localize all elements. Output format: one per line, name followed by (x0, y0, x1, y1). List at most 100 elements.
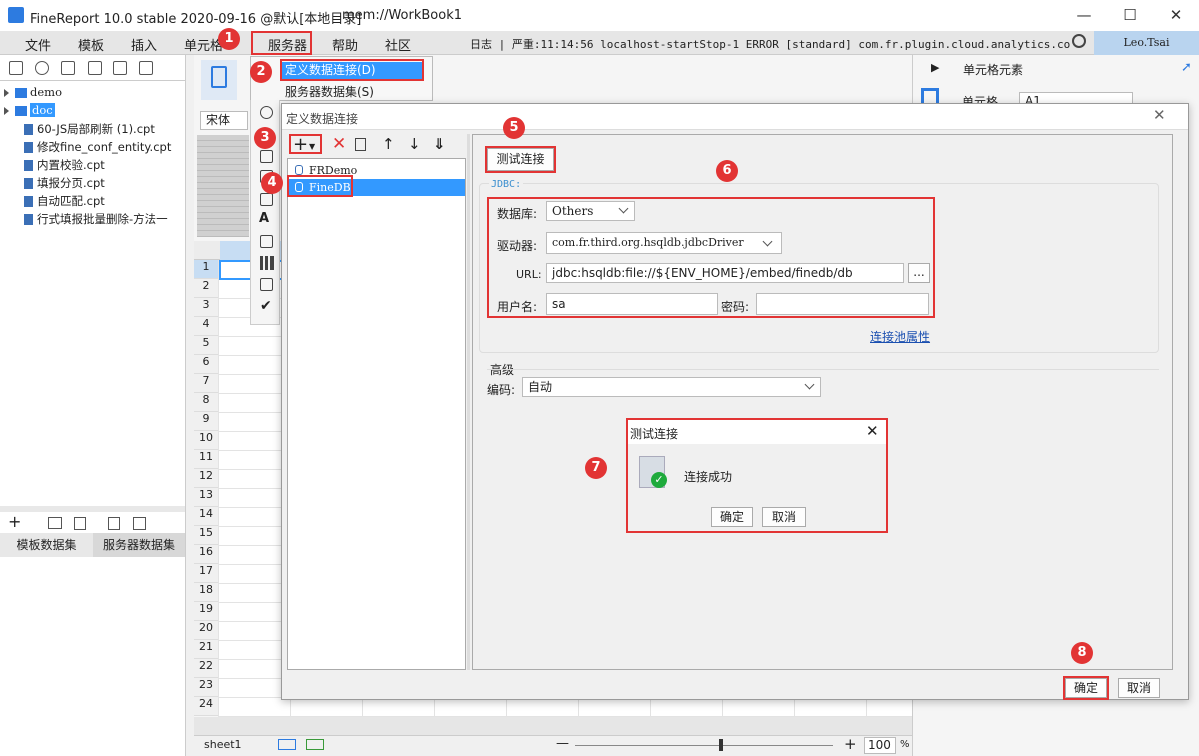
zoom-slider-track[interactable] (575, 745, 833, 746)
tree-item-file[interactable]: 60-JS局部刷新 (1).cpt (24, 121, 155, 137)
tab-template-dataset[interactable]: 模板数据集 (0, 533, 93, 557)
close-icon[interactable]: ✕ (1153, 0, 1199, 31)
row-number[interactable]: 3 (194, 298, 218, 317)
add-poly-sheet-icon[interactable] (306, 739, 324, 750)
tree-item-file[interactable]: 修改fine_conf_entity.cpt (24, 139, 171, 155)
cell-element-icon[interactable] (201, 60, 237, 100)
row-number[interactable]: 11 (194, 450, 218, 469)
row-number[interactable]: 6 (194, 355, 218, 374)
maximize-icon[interactable]: ☐ (1107, 0, 1153, 31)
table-icon[interactable] (260, 193, 273, 206)
row-number[interactable]: 8 (194, 393, 218, 412)
zoom-out-icon[interactable]: — (556, 736, 569, 751)
row-number[interactable]: 7 (194, 374, 218, 393)
menu-community[interactable]: 社区 (385, 35, 411, 54)
tree-item-demo[interactable]: demo (4, 85, 62, 99)
driver-select[interactable]: com.fr.third.org.hsqldb.jdbcDriver (546, 232, 782, 254)
server-dataset-item[interactable]: 服务器数据集(S) (285, 83, 374, 100)
row-number[interactable]: 12 (194, 469, 218, 488)
row-number[interactable]: 1 (194, 260, 218, 279)
password-field[interactable] (756, 293, 929, 315)
delete-dataset-icon[interactable] (74, 517, 86, 530)
copy-icon[interactable] (139, 61, 153, 75)
step-badge-8: 8 (1071, 642, 1093, 664)
splitter[interactable] (467, 134, 470, 670)
menu-help[interactable]: 帮助 (332, 35, 358, 54)
add-sheet-icon[interactable] (278, 739, 296, 750)
open-icon[interactable] (61, 61, 75, 75)
row-number[interactable]: 20 (194, 621, 218, 640)
menu-template[interactable]: 模板 (78, 35, 104, 54)
zoom-in-icon[interactable]: + (844, 735, 857, 753)
popup-close-icon[interactable]: ✕ (866, 422, 879, 440)
tree-item-file[interactable]: 内置校验.cpt (24, 157, 105, 173)
tree-item-doc[interactable]: doc (4, 103, 55, 117)
row-number[interactable]: 9 (194, 412, 218, 431)
copy-connection-icon[interactable] (355, 138, 366, 151)
edit-icon[interactable] (48, 517, 62, 529)
row-number[interactable]: 16 (194, 545, 218, 564)
row-number[interactable]: 15 (194, 526, 218, 545)
chart-icon[interactable] (260, 256, 274, 270)
minimize-icon[interactable]: — (1061, 0, 1107, 31)
url-more-button[interactable]: ... (908, 263, 930, 283)
pin-icon[interactable]: ➚ (1181, 60, 1192, 75)
new-folder-icon[interactable] (9, 61, 23, 75)
sheet-tab[interactable]: sheet1 (204, 738, 242, 751)
refresh-icon[interactable] (35, 61, 49, 75)
tree-item-file[interactable]: 自动匹配.cpt (24, 193, 105, 209)
row-number[interactable]: 18 (194, 583, 218, 602)
horizontal-scrollbar[interactable] (194, 717, 912, 735)
username-field[interactable]: sa (546, 293, 718, 315)
row-number[interactable]: 10 (194, 431, 218, 450)
pool-properties-link[interactable]: 连接池属性 (870, 328, 930, 345)
menu-insert[interactable]: 插入 (131, 35, 157, 54)
expand-icon[interactable] (4, 88, 9, 97)
dataset-settings-icon[interactable] (133, 517, 146, 530)
row-number[interactable]: 21 (194, 640, 218, 659)
row-number[interactable]: 24 (194, 697, 218, 716)
zoom-value[interactable]: 100 (864, 737, 896, 754)
row-number[interactable]: 5 (194, 336, 218, 355)
sort-icon[interactable]: ⇓ (433, 135, 446, 153)
move-up-icon[interactable]: ↑ (382, 135, 395, 153)
text-icon[interactable] (260, 150, 273, 163)
dialog-cancel-button[interactable]: 取消 (1118, 678, 1160, 698)
url-field[interactable]: jdbc:hsqldb:file://${ENV_HOME}/embed/fin… (546, 263, 904, 283)
search-icon[interactable] (1072, 34, 1086, 48)
preview-icon[interactable] (108, 517, 120, 530)
encoding-select[interactable]: 自动 (522, 377, 821, 397)
row-number[interactable]: 4 (194, 317, 218, 336)
row-number[interactable]: 23 (194, 678, 218, 697)
row-number[interactable]: 22 (194, 659, 218, 678)
formula-icon[interactable] (260, 278, 273, 291)
row-number[interactable]: 17 (194, 564, 218, 583)
remove-connection-icon[interactable]: ✕ (332, 134, 346, 154)
log-message[interactable]: 日志 | 严重:11:14:56 localhost-startStop-1 E… (470, 36, 1070, 52)
popup-ok-button[interactable]: 确定 (711, 507, 753, 527)
settings-icon[interactable] (88, 61, 102, 75)
splitter[interactable] (0, 506, 185, 512)
tree-item-file[interactable]: 填报分页.cpt (24, 175, 105, 191)
dropdown-widget-icon[interactable] (260, 235, 273, 248)
row-number[interactable]: 19 (194, 602, 218, 621)
expand-icon[interactable] (4, 106, 9, 115)
panel-expand-icon[interactable]: ▶ (931, 61, 939, 74)
delete-icon[interactable] (113, 61, 127, 75)
row-number[interactable]: 13 (194, 488, 218, 507)
link-icon[interactable]: ✔ (260, 298, 272, 314)
font-selector[interactable]: 宋体 (200, 111, 248, 130)
user-name[interactable]: Leo.Tsai (1094, 31, 1199, 55)
row-number[interactable]: 14 (194, 507, 218, 526)
zoom-slider-handle[interactable] (719, 739, 723, 751)
row-number[interactable]: 2 (194, 279, 218, 298)
move-down-icon[interactable]: ↓ (408, 135, 421, 153)
user-icon[interactable] (260, 106, 273, 119)
dialog-close-icon[interactable]: ✕ (1153, 106, 1166, 124)
add-dataset-icon[interactable]: + (8, 512, 21, 531)
popup-cancel-button[interactable]: 取消 (762, 507, 806, 527)
tree-item-file[interactable]: 行式填报批量删除-方法一 (24, 211, 168, 227)
menu-file[interactable]: 文件 (25, 35, 51, 54)
tab-server-dataset[interactable]: 服务器数据集 (93, 533, 185, 557)
font-icon[interactable]: A (259, 211, 269, 226)
